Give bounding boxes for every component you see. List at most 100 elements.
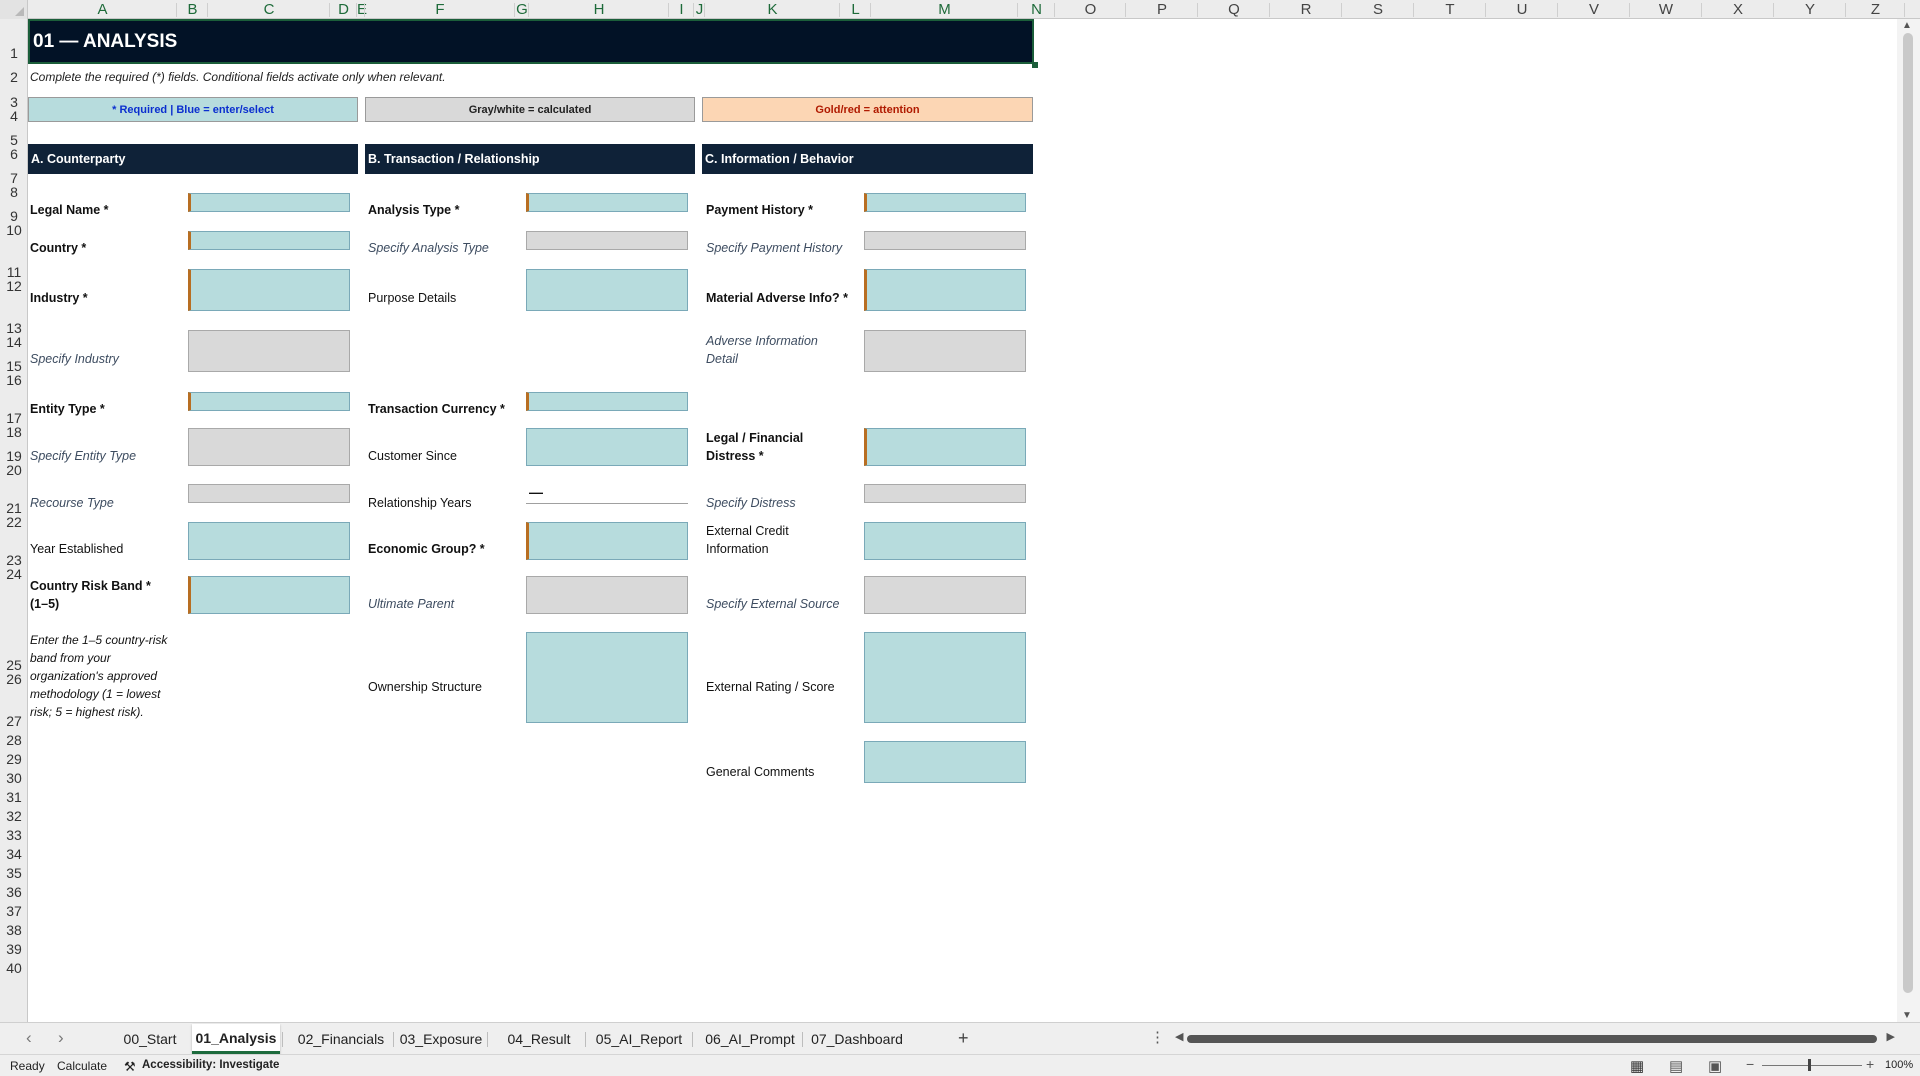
- row-header-25[interactable]: 25: [0, 585, 27, 676]
- scroll-up-icon[interactable]: ▲: [1902, 20, 1912, 31]
- column-header-l[interactable]: L: [840, 0, 871, 19]
- country-risk-band-input[interactable]: [188, 576, 350, 614]
- column-header-p[interactable]: P: [1126, 0, 1198, 19]
- zoom-out-icon[interactable]: −: [1746, 1056, 1754, 1072]
- legend-required[interactable]: * Required | Blue = enter/select: [28, 97, 358, 122]
- sheet-tab-00-start[interactable]: 00_Start: [110, 1027, 190, 1051]
- more-options-icon[interactable]: ⋮: [1150, 1028, 1165, 1046]
- scroll-down-icon[interactable]: ▼: [1902, 1010, 1912, 1021]
- section-header-information[interactable]: C. Information / Behavior: [702, 144, 1033, 174]
- row-header-13[interactable]: 13: [0, 297, 27, 339]
- fill-handle[interactable]: [1032, 62, 1038, 68]
- sheet-tab-02-financials[interactable]: 02_Financials: [291, 1027, 391, 1051]
- column-header-w[interactable]: W: [1630, 0, 1702, 19]
- sheet-tab-07-dashboard[interactable]: 07_Dashboard: [809, 1027, 905, 1051]
- row-header-39[interactable]: 39: [0, 941, 27, 960]
- transaction-currency-input[interactable]: [526, 392, 688, 411]
- column-header-q[interactable]: Q: [1198, 0, 1270, 19]
- specify-external-source-field[interactable]: [864, 576, 1026, 614]
- normal-view-icon[interactable]: ▦: [1630, 1057, 1644, 1075]
- column-header-k[interactable]: K: [705, 0, 840, 19]
- row-header-14[interactable]: 14: [0, 335, 27, 353]
- column-header-z[interactable]: Z: [1846, 0, 1905, 19]
- row-header-12[interactable]: 12: [0, 279, 27, 297]
- purpose-details-input[interactable]: [526, 269, 688, 311]
- specify-payment-history-field[interactable]: [864, 231, 1026, 250]
- specify-industry-field[interactable]: [188, 330, 350, 372]
- column-header-g[interactable]: G: [515, 0, 529, 19]
- column-header-i[interactable]: I: [669, 0, 694, 19]
- vertical-scrollbar[interactable]: ▲ ▼: [1897, 19, 1920, 1022]
- horizontal-scroll-thumb[interactable]: [1187, 1035, 1877, 1043]
- scroll-right-icon[interactable]: ▶: [1887, 1030, 1895, 1043]
- tab-scroll-right-icon[interactable]: ›: [58, 1028, 64, 1048]
- page-break-view-icon[interactable]: ▣: [1708, 1057, 1722, 1075]
- column-separator[interactable]: [1904, 3, 1905, 17]
- analysis-type-input[interactable]: [526, 193, 688, 212]
- row-header-6[interactable]: 6: [0, 147, 27, 165]
- row-header-33[interactable]: 33: [0, 827, 27, 846]
- column-header-y[interactable]: Y: [1774, 0, 1846, 19]
- year-established-input[interactable]: [188, 522, 350, 560]
- row-header-31[interactable]: 31: [0, 789, 27, 808]
- country-input[interactable]: [188, 231, 350, 250]
- sheet-tab-04-result[interactable]: 04_Result: [495, 1027, 583, 1051]
- vertical-scroll-thumb[interactable]: [1903, 33, 1913, 993]
- row-header-24[interactable]: 24: [0, 567, 27, 585]
- row-header-11[interactable]: 11: [0, 241, 27, 283]
- column-header-d[interactable]: D: [330, 0, 357, 19]
- entity-type-input[interactable]: [188, 392, 350, 411]
- row-header-22[interactable]: 22: [0, 515, 27, 533]
- industry-input[interactable]: [188, 269, 350, 311]
- row-header-10[interactable]: 10: [0, 223, 27, 241]
- column-header-h[interactable]: H: [529, 0, 669, 19]
- row-header-32[interactable]: 32: [0, 808, 27, 827]
- horizontal-scrollbar[interactable]: ◀ ▶: [1175, 1028, 1895, 1050]
- external-rating-input[interactable]: [864, 632, 1026, 723]
- sheet-tab-06-ai-prompt[interactable]: 06_AI_Prompt: [700, 1027, 800, 1051]
- row-header-26[interactable]: 26: [0, 672, 27, 690]
- select-all-corner[interactable]: [0, 0, 28, 19]
- row-header-18[interactable]: 18: [0, 425, 27, 443]
- legend-calculated[interactable]: Gray/white = calculated: [365, 97, 695, 122]
- column-header-m[interactable]: M: [871, 0, 1018, 19]
- column-header-r[interactable]: R: [1270, 0, 1342, 19]
- row-header-28[interactable]: 28: [0, 732, 27, 751]
- general-comments-input[interactable]: [864, 741, 1026, 783]
- ownership-structure-input[interactable]: [526, 632, 688, 723]
- status-calculate[interactable]: Calculate: [57, 1059, 107, 1073]
- column-header-v[interactable]: V: [1558, 0, 1630, 19]
- external-credit-info-input[interactable]: [864, 522, 1026, 560]
- zoom-level[interactable]: 100%: [1885, 1059, 1913, 1071]
- row-header-38[interactable]: 38: [0, 922, 27, 941]
- adverse-info-detail-field[interactable]: [864, 330, 1026, 372]
- sheet-tab-05-ai-report[interactable]: 05_AI_Report: [588, 1027, 690, 1051]
- sheet-tab-01-analysis[interactable]: 01_Analysis: [192, 1024, 280, 1054]
- section-header-transaction[interactable]: B. Transaction / Relationship: [365, 144, 695, 174]
- column-header-n[interactable]: N: [1018, 0, 1055, 19]
- sheet-title-cell[interactable]: 01 — ANALYSIS: [28, 19, 1034, 64]
- relationship-years-value[interactable]: —: [526, 484, 688, 504]
- row-header-40[interactable]: 40: [0, 960, 27, 979]
- specify-analysis-type-field[interactable]: [526, 231, 688, 250]
- row-header-34[interactable]: 34: [0, 846, 27, 865]
- status-accessibility[interactable]: Accessibility: Investigate: [142, 1059, 279, 1071]
- ultimate-parent-field[interactable]: [526, 576, 688, 614]
- recourse-type-field[interactable]: [188, 484, 350, 503]
- column-header-s[interactable]: S: [1342, 0, 1414, 19]
- row-header-4[interactable]: 4: [0, 109, 27, 127]
- row-header-16[interactable]: 16: [0, 373, 27, 391]
- section-header-counterparty[interactable]: A. Counterparty: [28, 144, 358, 174]
- add-sheet-button[interactable]: +: [958, 1028, 969, 1049]
- sheet-tab-03-exposure[interactable]: 03_Exposure: [397, 1027, 485, 1051]
- economic-group-input[interactable]: [526, 522, 688, 560]
- row-header-8[interactable]: 8: [0, 185, 27, 203]
- row-header-30[interactable]: 30: [0, 770, 27, 789]
- payment-history-input[interactable]: [864, 193, 1026, 212]
- zoom-in-icon[interactable]: +: [1866, 1056, 1874, 1072]
- material-adverse-info-input[interactable]: [864, 269, 1026, 311]
- column-header-t[interactable]: T: [1414, 0, 1486, 19]
- column-header-a[interactable]: A: [28, 0, 177, 19]
- column-header-b[interactable]: B: [177, 0, 208, 19]
- row-header-29[interactable]: 29: [0, 751, 27, 770]
